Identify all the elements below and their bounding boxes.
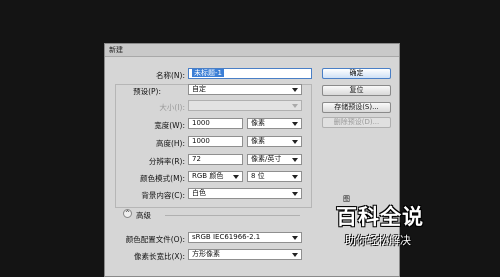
watermark-subtitle: 助你轻松解决	[345, 234, 411, 247]
chevron-down-icon	[233, 175, 239, 179]
color-mode-select[interactable]: RGB 颜色	[188, 171, 243, 182]
width-label: 宽度(W):	[154, 121, 185, 130]
resolution-input[interactable]: 72	[188, 154, 243, 165]
preset-select[interactable]: 自定	[188, 84, 302, 95]
name-input-value: 未标题-1	[192, 69, 224, 77]
aspect-ratio-value: 方形像素	[192, 250, 220, 258]
watermark: 百科全说 助你轻松解决	[336, 201, 466, 253]
height-unit-value: 像素	[251, 137, 265, 145]
advanced-label: 高级	[136, 211, 151, 220]
height-input[interactable]: 1000	[188, 136, 243, 147]
color-mode-label: 颜色模式(M):	[140, 174, 185, 183]
color-profile-value: sRGB IEC61966-2.1	[192, 233, 261, 241]
chevron-up-icon: ^	[124, 210, 131, 217]
aspect-ratio-label: 像素长宽比(X):	[133, 252, 185, 261]
watermark-title: 百科全说	[336, 205, 424, 229]
background-value: 白色	[192, 189, 206, 197]
chevron-down-icon	[292, 236, 298, 240]
height-label: 高度(H):	[155, 139, 185, 148]
resolution-label: 分辨率(R):	[148, 157, 185, 166]
chevron-down-icon	[292, 88, 298, 92]
chevron-down-icon	[292, 122, 298, 126]
name-label: 名称(N):	[156, 71, 185, 80]
color-mode-value: RGB 颜色	[192, 172, 224, 180]
delete-preset-button[interactable]: 删除预设(D)...	[322, 117, 391, 128]
chevron-down-icon	[292, 253, 298, 257]
save-preset-button[interactable]: 存储预设(S)...	[322, 102, 391, 113]
chevron-down-icon	[292, 140, 298, 144]
background-select[interactable]: 白色	[188, 188, 302, 199]
advanced-divider	[165, 215, 300, 216]
size-select[interactable]	[188, 100, 302, 111]
size-label: 大小(I):	[159, 103, 185, 112]
color-profile-label: 颜色配置文件(O):	[125, 235, 185, 244]
color-profile-select[interactable]: sRGB IEC61966-2.1	[188, 232, 302, 243]
aspect-ratio-select[interactable]: 方形像素	[188, 249, 302, 260]
background-label: 背景内容(C):	[141, 191, 185, 200]
advanced-toggle[interactable]: ^	[123, 209, 132, 218]
preset-label: 预设(P):	[133, 87, 161, 96]
resolution-unit-value: 像素/英寸	[251, 155, 282, 163]
chevron-down-icon	[292, 175, 298, 179]
width-input[interactable]: 1000	[188, 118, 243, 129]
resolution-unit-select[interactable]: 像素/英寸	[247, 154, 302, 165]
height-unit-select[interactable]: 像素	[247, 136, 302, 147]
dialog-title: 新建	[109, 46, 123, 54]
chevron-down-icon	[292, 104, 298, 108]
ok-button[interactable]: 确定	[322, 68, 391, 79]
chevron-down-icon	[292, 158, 298, 162]
dialog-titlebar: 新建	[105, 44, 399, 57]
chevron-down-icon	[292, 192, 298, 196]
name-input[interactable]: 未标题-1	[188, 68, 312, 79]
reset-button[interactable]: 复位	[322, 85, 391, 96]
width-unit-value: 像素	[251, 119, 265, 127]
width-unit-select[interactable]: 像素	[247, 118, 302, 129]
bit-depth-value: 8 位	[251, 172, 265, 180]
bit-depth-select[interactable]: 8 位	[247, 171, 302, 182]
preset-select-value: 自定	[192, 85, 206, 93]
